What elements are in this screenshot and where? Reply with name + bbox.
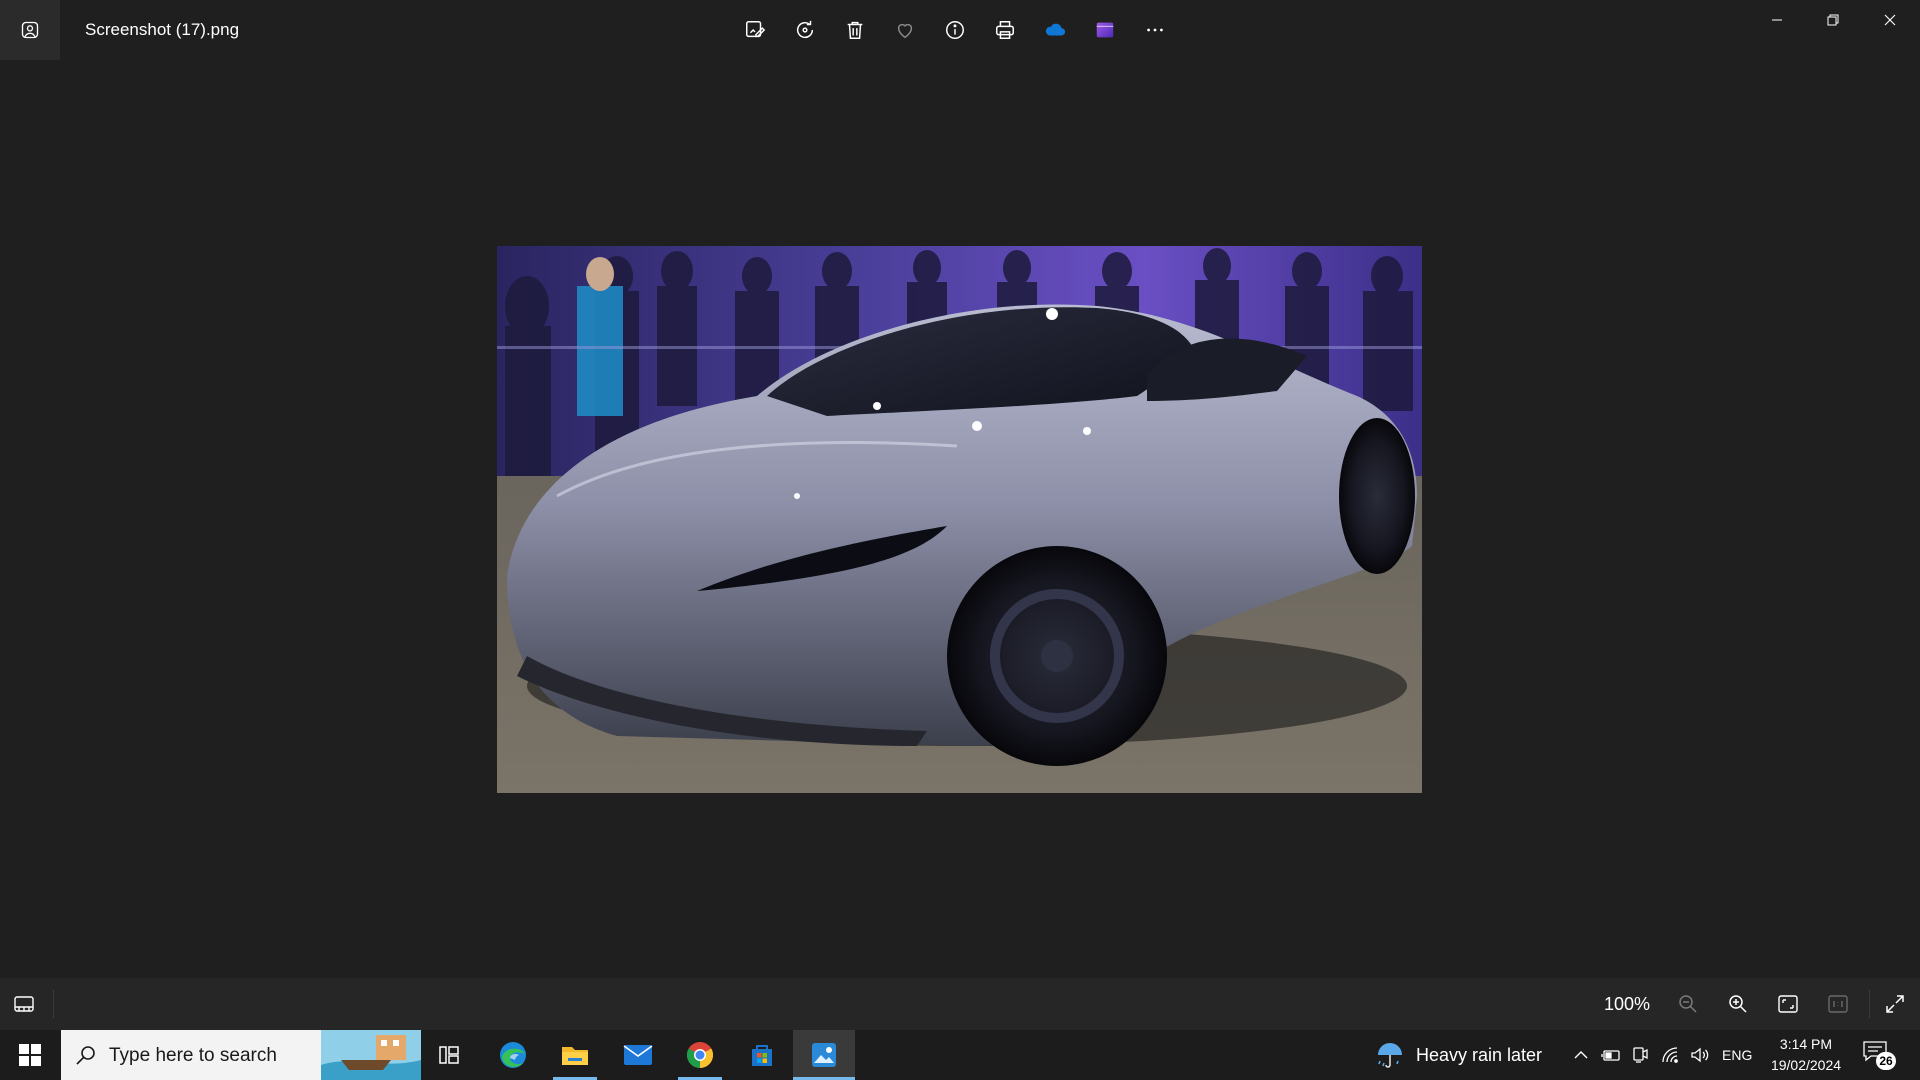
action-center-button[interactable]: 26 [1862,1040,1898,1072]
photos-app-icon[interactable] [0,0,60,60]
minimize-button[interactable] [1749,0,1805,40]
onedrive-button[interactable] [1035,10,1075,50]
battery-tray-button[interactable] [1599,1043,1623,1067]
mail-icon [623,1045,653,1065]
start-button[interactable] [0,1030,60,1080]
edge-browser-icon [500,1042,526,1068]
search-icon [76,1046,95,1065]
title-bar: Screenshot (17).png [0,0,1920,60]
clipchamp-icon [1096,22,1114,38]
favorite-heart-icon [897,23,913,39]
zoom-out-icon [1679,995,1697,1013]
restore-icon [1827,14,1839,26]
filmstrip-icon [14,996,34,1012]
taskbar-mail[interactable] [613,1030,663,1080]
taskbar-search-box[interactable]: Type here to search [61,1030,421,1080]
search-placeholder: Type here to search [109,1045,277,1066]
taskbar-task-view[interactable] [425,1030,475,1080]
clock-time: 3:14 PM [1779,1036,1833,1052]
zoom-out-button[interactable] [1670,986,1706,1022]
displayed-photo[interactable] [497,246,1422,793]
system-clock[interactable]: 3:14 PM 19/02/2024 [1766,1034,1846,1076]
clock-date: 19/02/2024 [1770,1057,1842,1073]
task-view-icon [439,1046,459,1064]
delete-button[interactable] [835,10,875,50]
rotate-icon [797,20,814,39]
input-language[interactable]: ENG [1722,1047,1752,1063]
filmstrip-button[interactable] [6,986,42,1022]
taskbar-microsoft-store[interactable] [737,1030,787,1080]
taskbar-photos[interactable] [793,1030,855,1080]
clipchamp-button[interactable] [1085,10,1125,50]
rain-umbrella-icon [1378,1043,1402,1068]
fullscreen-icon [1886,995,1904,1013]
close-button[interactable] [1862,0,1918,40]
print-button[interactable] [985,10,1025,50]
minimize-icon [1772,19,1782,21]
sports-car-image [497,246,1422,793]
print-icon [996,21,1014,39]
onedrive-cloud-icon [1045,23,1066,36]
divider [53,990,54,1018]
show-hidden-icons-button[interactable] [1569,1043,1593,1067]
speaker-volume-icon [1691,1047,1709,1063]
notification-count-badge: 26 [1876,1052,1896,1070]
divider [1869,990,1870,1018]
photos-app-taskbar-icon [812,1043,836,1067]
network-tray-button[interactable] [1659,1043,1683,1067]
windows-taskbar: Type here to search Heavy rain later ENG… [0,1030,1920,1080]
zoom-level[interactable]: 100% [1604,994,1650,1015]
meet-now-icon [1633,1047,1648,1063]
image-viewer[interactable] [0,60,1920,978]
fit-to-window-button[interactable] [1770,986,1806,1022]
fullscreen-button[interactable] [1877,986,1913,1022]
chrome-browser-icon [686,1042,714,1069]
microsoft-store-icon [752,1045,772,1066]
wifi-icon [1662,1047,1678,1063]
chevron-up-icon [1574,1051,1588,1059]
viewer-bottom-bar: 100% [0,978,1920,1030]
zoom-in-button[interactable] [1720,986,1756,1022]
taskbar-edge[interactable] [488,1030,538,1080]
taskbar-file-explorer[interactable] [550,1030,600,1080]
actual-size-button[interactable] [1820,986,1856,1022]
meet-now-tray-button[interactable] [1628,1043,1652,1067]
windows-logo-icon [19,1044,41,1066]
search-highlight-illustration [321,1030,421,1080]
favorite-button[interactable] [885,10,925,50]
photos-logo-icon [21,21,39,39]
close-icon [1884,14,1896,26]
weather-text: Heavy rain later [1416,1044,1543,1065]
actual-size-icon [1828,995,1848,1013]
file-title: Screenshot (17).png [85,20,240,39]
fit-to-window-icon [1778,995,1798,1013]
weather-widget[interactable]: Heavy rain later [1374,1030,1542,1080]
info-button[interactable] [935,10,975,50]
delete-icon [847,21,863,39]
more-options-icon [1147,28,1163,32]
edit-image-button[interactable] [735,10,775,50]
rotate-button[interactable] [785,10,825,50]
battery-charging-icon [1601,1050,1620,1061]
more-options-button[interactable] [1135,10,1175,50]
restore-button[interactable] [1805,0,1861,40]
info-icon [946,21,964,39]
zoom-in-icon [1729,995,1747,1013]
file-explorer-icon [562,1047,588,1065]
edit-image-icon [746,21,766,38]
taskbar-chrome[interactable] [675,1030,725,1080]
toolbar [735,10,1175,50]
volume-tray-button[interactable] [1688,1043,1712,1067]
